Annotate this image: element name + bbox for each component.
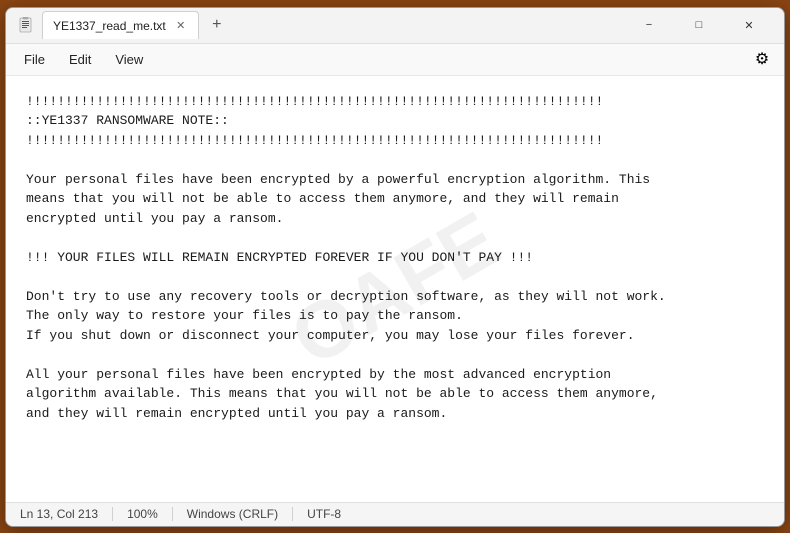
minimize-button[interactable]: − [626, 10, 672, 40]
line-ending: Windows (CRLF) [173, 507, 293, 521]
menu-bar: File Edit View ⚙ [6, 44, 784, 76]
zoom-level: 100% [113, 507, 173, 521]
text-content[interactable]: !!!!!!!!!!!!!!!!!!!!!!!!!!!!!!!!!!!!!!!!… [6, 76, 784, 502]
menu-view[interactable]: View [105, 48, 153, 71]
main-window: YE1337_read_me.txt ✕ + − □ ✕ File Edit V… [5, 7, 785, 527]
window-controls: − □ ✕ [626, 10, 772, 40]
encoding: UTF-8 [293, 507, 355, 521]
content-area: OAFE !!!!!!!!!!!!!!!!!!!!!!!!!!!!!!!!!!!… [6, 76, 784, 502]
settings-icon[interactable]: ⚙ [748, 45, 776, 73]
new-tab-button[interactable]: + [203, 11, 231, 39]
tab-close-button[interactable]: ✕ [174, 19, 188, 33]
tab-label: YE1337_read_me.txt [53, 19, 166, 33]
maximize-button[interactable]: □ [676, 10, 722, 40]
close-button[interactable]: ✕ [726, 10, 772, 40]
menu-file[interactable]: File [14, 48, 55, 71]
cursor-position: Ln 13, Col 213 [16, 507, 113, 521]
menu-edit[interactable]: Edit [59, 48, 101, 71]
active-tab[interactable]: YE1337_read_me.txt ✕ [42, 11, 199, 39]
notepad-icon [18, 17, 34, 33]
title-bar: YE1337_read_me.txt ✕ + − □ ✕ [6, 8, 784, 44]
status-bar: Ln 13, Col 213 100% Windows (CRLF) UTF-8 [6, 502, 784, 526]
tab-area: YE1337_read_me.txt ✕ + [42, 11, 626, 39]
